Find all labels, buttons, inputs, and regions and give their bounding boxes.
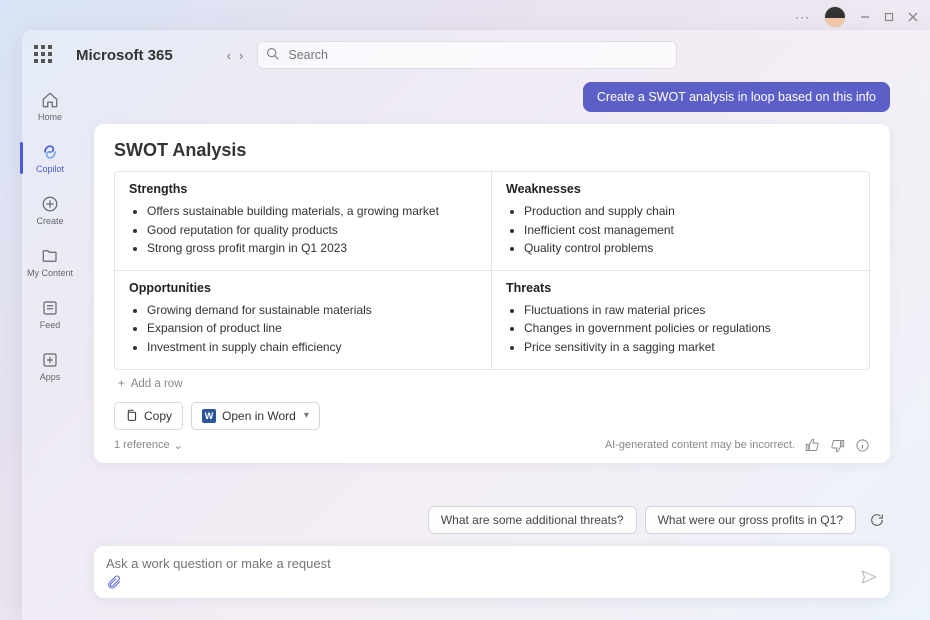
- nav-back-button[interactable]: ‹: [227, 48, 231, 63]
- word-icon: W: [202, 409, 216, 423]
- chevron-down-icon: ▾: [304, 410, 309, 421]
- list-item: Changes in government policies or regula…: [524, 319, 855, 338]
- list-item: Good reputation for quality products: [147, 221, 477, 240]
- create-icon: [40, 194, 60, 214]
- list-item: Inefficient cost management: [524, 221, 855, 240]
- swot-table: Strengths Offers sustainable building ma…: [114, 171, 870, 370]
- home-icon: [40, 90, 60, 110]
- plus-icon: +: [118, 378, 125, 390]
- swot-weaknesses-cell: Weaknesses Production and supply chainIn…: [492, 172, 869, 271]
- opportunities-list: Growing demand for sustainable materials…: [129, 301, 477, 357]
- opportunities-heading: Opportunities: [129, 281, 477, 295]
- copy-icon: [125, 409, 138, 422]
- nav-home[interactable]: Home: [38, 88, 62, 124]
- app-shell: Microsoft 365 ‹ › Home Copilot Create: [22, 30, 930, 620]
- threats-heading: Threats: [506, 281, 855, 295]
- copy-label: Copy: [144, 409, 172, 423]
- chevron-down-icon: ⌄: [174, 439, 183, 452]
- copilot-icon: [40, 142, 60, 162]
- weaknesses-list: Production and supply chainInefficient c…: [506, 202, 855, 258]
- nav-copilot-label: Copilot: [36, 164, 64, 174]
- nav-mycontent-label: My Content: [27, 268, 73, 278]
- send-icon[interactable]: [860, 568, 878, 586]
- open-in-word-label: Open in Word: [222, 409, 296, 423]
- nav-create[interactable]: Create: [36, 192, 63, 228]
- refresh-suggestions-button[interactable]: [864, 507, 890, 533]
- brand-label: Microsoft 365: [76, 47, 173, 64]
- chat-area: Create a SWOT analysis in loop based on …: [78, 74, 930, 620]
- suggestion-row: What are some additional threats? What w…: [428, 506, 890, 534]
- folder-icon: [40, 246, 60, 266]
- apps-icon: [40, 350, 60, 370]
- nav-apps-label: Apps: [40, 372, 61, 382]
- references-label: 1 reference: [114, 439, 170, 451]
- nav-home-label: Home: [38, 112, 62, 122]
- suggestion-chip-1[interactable]: What are some additional threats?: [428, 506, 637, 534]
- open-in-word-button[interactable]: W Open in Word ▾: [191, 402, 320, 430]
- list-item: Offers sustainable building materials, a…: [147, 202, 477, 221]
- top-bar: Microsoft 365 ‹ ›: [22, 30, 930, 74]
- list-item: Expansion of product line: [147, 319, 477, 338]
- nav-create-label: Create: [36, 216, 63, 226]
- list-item: Production and supply chain: [524, 202, 855, 221]
- swot-threats-cell: Threats Fluctuations in raw material pri…: [492, 271, 869, 369]
- search-input[interactable]: [257, 41, 677, 69]
- nav-apps[interactable]: Apps: [40, 348, 61, 384]
- nav-feed[interactable]: Feed: [40, 296, 61, 332]
- list-item: Growing demand for sustainable materials: [147, 301, 477, 320]
- user-avatar[interactable]: [824, 6, 846, 28]
- chat-input-bar: [94, 546, 890, 598]
- card-title: SWOT Analysis: [114, 140, 870, 161]
- disclaimer-text: AI-generated content may be incorrect.: [605, 439, 795, 451]
- nav-feed-label: Feed: [40, 320, 61, 330]
- thumbs-down-icon[interactable]: [830, 438, 845, 453]
- nav-mycontent[interactable]: My Content: [27, 244, 73, 280]
- attach-icon[interactable]: [106, 574, 122, 590]
- thumbs-up-icon[interactable]: [805, 438, 820, 453]
- threats-list: Fluctuations in raw material pricesChang…: [506, 301, 855, 357]
- copy-button[interactable]: Copy: [114, 402, 183, 430]
- list-item: Investment in supply chain efficiency: [147, 338, 477, 357]
- strengths-heading: Strengths: [129, 182, 477, 196]
- strengths-list: Offers sustainable building materials, a…: [129, 202, 477, 258]
- left-nav: Home Copilot Create My Content Feed Apps: [22, 74, 78, 620]
- chat-input[interactable]: [106, 556, 878, 571]
- list-item: Price sensitivity in a sagging market: [524, 338, 855, 357]
- weaknesses-heading: Weaknesses: [506, 182, 855, 196]
- window-maximize-button[interactable]: [884, 12, 894, 22]
- references-toggle[interactable]: 1 reference ⌄: [114, 439, 183, 452]
- feed-icon: [40, 298, 60, 318]
- list-item: Strong gross profit margin in Q1 2023: [147, 239, 477, 258]
- user-message: Create a SWOT analysis in loop based on …: [583, 82, 890, 112]
- add-row-label: Add a row: [131, 378, 183, 390]
- add-row-button[interactable]: + Add a row: [114, 370, 870, 392]
- nav-forward-button[interactable]: ›: [239, 48, 243, 63]
- titlebar-more-button[interactable]: ···: [795, 10, 810, 24]
- info-icon[interactable]: [855, 438, 870, 453]
- list-item: Quality control problems: [524, 239, 855, 258]
- nav-copilot[interactable]: Copilot: [36, 140, 64, 176]
- swot-opportunities-cell: Opportunities Growing demand for sustain…: [115, 271, 492, 369]
- suggestion-chip-2[interactable]: What were our gross profits in Q1?: [645, 506, 856, 534]
- swot-strengths-cell: Strengths Offers sustainable building ma…: [115, 172, 492, 271]
- window-minimize-button[interactable]: [860, 12, 870, 22]
- window-close-button[interactable]: [908, 12, 918, 22]
- list-item: Fluctuations in raw material prices: [524, 301, 855, 320]
- app-launcher-icon[interactable]: [34, 45, 54, 65]
- assistant-card: SWOT Analysis Strengths Offers sustainab…: [94, 124, 890, 463]
- search-icon: [266, 47, 279, 60]
